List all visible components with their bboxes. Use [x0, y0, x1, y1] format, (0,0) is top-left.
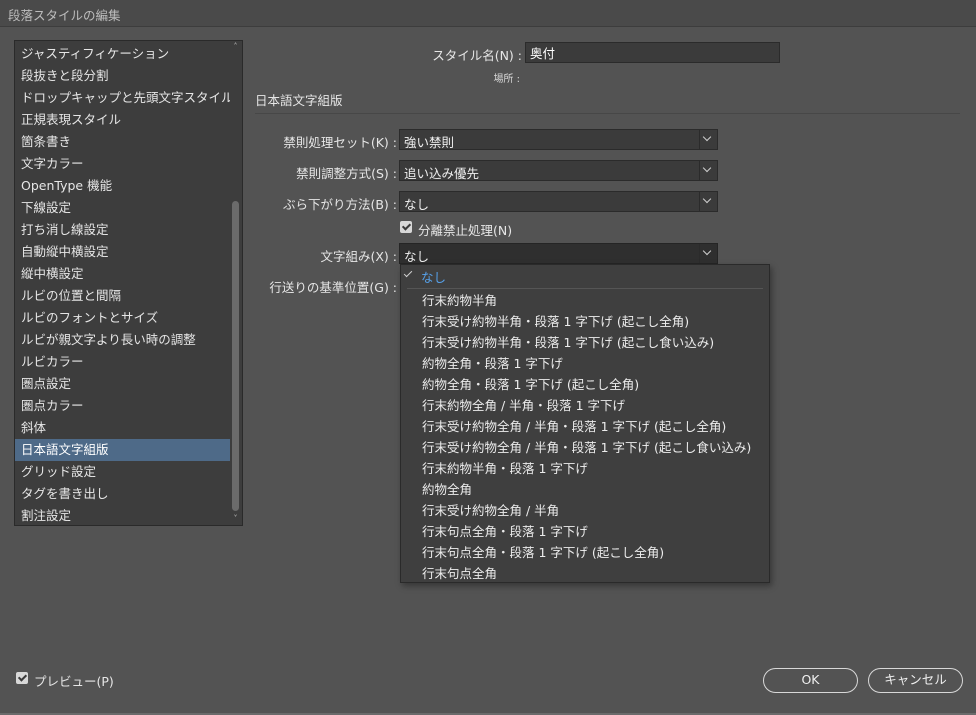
sidebar-item-strikethrough[interactable]: 打ち消し線設定 — [15, 219, 233, 241]
checkmark-icon — [17, 672, 27, 682]
mojikumi-value: なし — [404, 249, 430, 264]
cancel-button[interactable]: キャンセル — [868, 668, 963, 693]
dropdown-option[interactable]: 行末受け約物全角 / 半角 — [422, 500, 559, 521]
dropdown-option[interactable]: 行末受け約物半角・段落 1 字下げ (起こし全角) — [422, 311, 689, 332]
sidebar-item-bullets[interactable]: 箇条書き — [15, 131, 233, 153]
section-title: 日本語文字組版 — [255, 93, 343, 108]
sidebar-item-grep-style[interactable]: 正規表現スタイル — [15, 109, 233, 131]
dropdown-option[interactable]: 行末約物半角 — [422, 290, 497, 311]
burasagari-select[interactable]: なし — [399, 191, 718, 212]
sidebar-item-warichu[interactable]: 割注設定 — [15, 505, 233, 525]
dropdown-option[interactable]: 約物全角 — [422, 479, 472, 500]
sidebar-item-kenten[interactable]: 圏点設定 — [15, 373, 233, 395]
mojikumi-select[interactable]: なし — [399, 243, 718, 264]
style-name-label: スタイル名(N) : — [432, 48, 522, 63]
chevron-down-icon[interactable] — [699, 130, 717, 149]
checkmark-icon — [401, 221, 411, 231]
mojikumi-dropdown-menu[interactable]: なし 行末約物半角 行末受け約物半角・段落 1 字下げ (起こし全角) 行末受け… — [400, 264, 770, 583]
dropdown-option[interactable]: 行末受け約物半角・段落 1 字下げ (起こし食い込み) — [422, 332, 714, 353]
sidebar-item-kenten-color[interactable]: 圏点カラー — [15, 395, 233, 417]
chevron-down-icon[interactable] — [699, 192, 717, 211]
dropdown-option[interactable]: 行末約物半角・段落 1 字下げ — [422, 458, 588, 479]
mojikumi-label: 文字組み(X) : — [320, 249, 397, 264]
dropdown-option[interactable]: 約物全角・段落 1 字下げ — [422, 353, 563, 374]
dropdown-option[interactable]: 行末約物全角 / 半角・段落 1 字下げ — [422, 395, 625, 416]
sidebar-item-character-color[interactable]: 文字カラー — [15, 153, 233, 175]
dropdown-option[interactable]: 行末受け約物全角 / 半角・段落 1 字下げ (起こし全角) — [422, 416, 726, 437]
kinsoku-set-value: 強い禁則 — [404, 135, 455, 150]
scrollbar-thumb[interactable] — [232, 201, 239, 511]
sidebar-item-ruby-color[interactable]: ルビカラー — [15, 351, 233, 373]
title-bar: 段落スタイルの編集 — [0, 0, 976, 27]
kinsoku-adjust-select[interactable]: 追い込み優先 — [399, 160, 718, 181]
burasagari-label: ぶら下がり方法(B) : — [282, 197, 397, 212]
checkmark-icon — [403, 268, 413, 278]
dropdown-option[interactable]: 行末句点全角 — [422, 563, 497, 584]
dropdown-option[interactable]: 行末句点全角・段落 1 字下げ (起こし全角) — [422, 542, 664, 563]
sidebar-item-japanese-composition[interactable]: 日本語文字組版 — [15, 439, 233, 461]
sidebar-item-ruby-font[interactable]: ルビのフォントとサイズ — [15, 307, 233, 329]
chevron-down-icon[interactable] — [699, 161, 717, 180]
sidebar-item-span-columns[interactable]: 段抜きと段分割 — [15, 65, 233, 87]
sidebar-item-drop-caps[interactable]: ドロップキャップと先頭文字スタイル — [15, 87, 234, 109]
sidebar-item-opentype[interactable]: OpenType 機能 — [15, 175, 233, 197]
dropdown-selected-label: なし — [421, 270, 447, 285]
sidebar-item-ruby-overhang[interactable]: ルビが親文字より長い時の調整 — [15, 329, 233, 351]
line-base-label: 行送りの基準位置(G) : — [269, 280, 397, 295]
sidebar-item-tatechuyoko[interactable]: 縦中横設定 — [15, 263, 233, 285]
style-name-input[interactable] — [525, 42, 780, 63]
sidebar-item-ruby-position[interactable]: ルビの位置と間隔 — [15, 285, 233, 307]
bunri-kinshi-checkbox[interactable] — [400, 221, 412, 233]
preview-checkbox[interactable] — [16, 672, 28, 684]
burasagari-value: なし — [404, 197, 430, 212]
sidebar-item-italic[interactable]: 斜体 — [15, 417, 233, 439]
dropdown-selected-item[interactable]: なし — [401, 265, 769, 287]
sidebar-item-justification[interactable]: ジャスティフィケーション — [15, 43, 233, 65]
section-divider — [255, 113, 960, 114]
bunri-kinshi-label: 分離禁止処理(N) — [418, 223, 513, 238]
dropdown-option[interactable]: 行末句点全角・段落 1 字下げ — [422, 521, 588, 542]
kinsoku-adjust-value: 追い込み優先 — [404, 166, 480, 181]
location-label: 場所 : — [493, 74, 520, 85]
preview-label: プレビュー(P) — [34, 674, 114, 689]
window-title: 段落スタイルの編集 — [8, 8, 121, 23]
sidebar-item-auto-tatechuyoko[interactable]: 自動縦中横設定 — [15, 241, 233, 263]
sidebar-item-underline[interactable]: 下線設定 — [15, 197, 233, 219]
scroll-up-icon[interactable]: ˄ — [230, 41, 241, 53]
kinsoku-set-select[interactable]: 強い禁則 — [399, 129, 718, 150]
ok-button[interactable]: OK — [763, 668, 858, 693]
dropdown-option[interactable]: 約物全角・段落 1 字下げ (起こし全角) — [422, 374, 639, 395]
kinsoku-set-label: 禁則処理セット(K) : — [283, 135, 397, 150]
dropdown-separator — [407, 288, 763, 289]
sidebar-item-grid[interactable]: グリッド設定 — [15, 461, 233, 483]
kinsoku-adjust-label: 禁則調整方式(S) : — [296, 166, 397, 181]
scroll-down-icon[interactable]: ˅ — [230, 513, 241, 525]
sidebar-item-export-tagging[interactable]: タグを書き出し — [15, 483, 233, 505]
chevron-down-icon[interactable] — [699, 244, 717, 263]
dropdown-option[interactable]: 行末受け約物全角 / 半角・段落 1 字下げ (起こし食い込み) — [422, 437, 751, 458]
category-list[interactable]: ジャスティフィケーション 段抜きと段分割 ドロップキャップと先頭文字スタイル 正… — [14, 40, 243, 526]
